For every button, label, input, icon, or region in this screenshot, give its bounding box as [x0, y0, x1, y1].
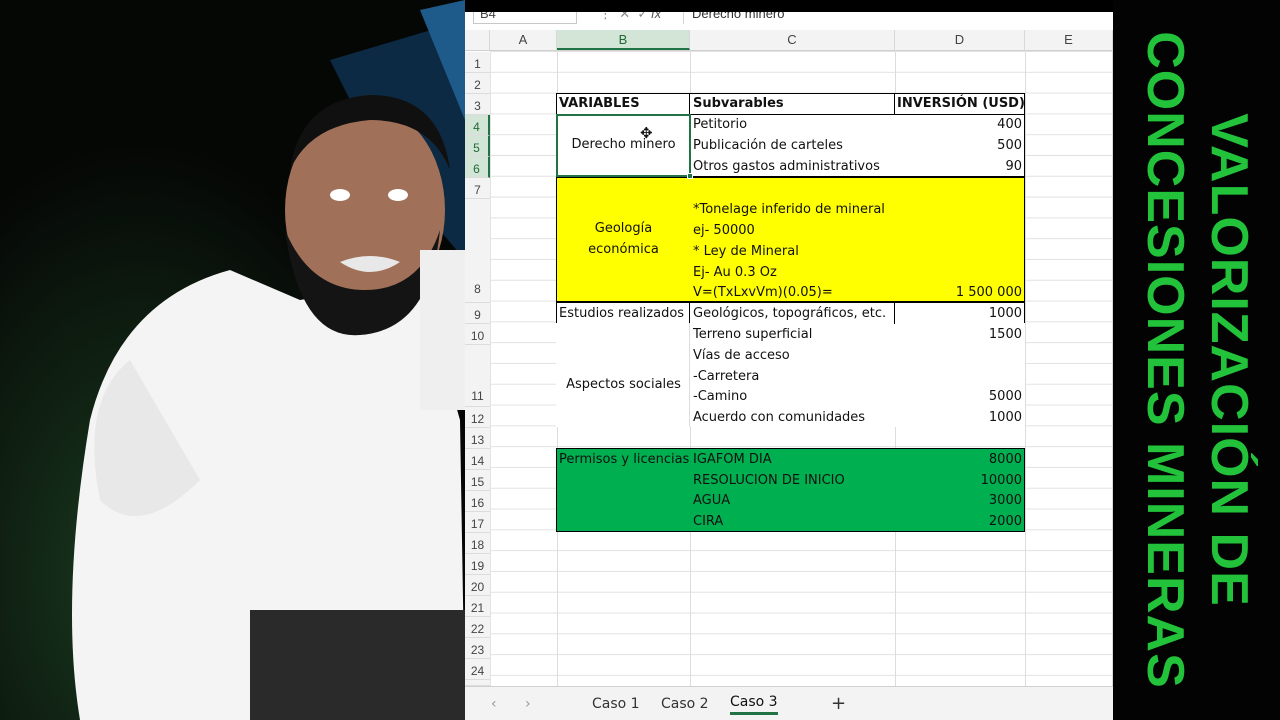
permiso-item: RESOLUCION DE INICIO: [693, 473, 845, 488]
aspectos-line: Vías de acceso: [693, 348, 790, 363]
header-variables: VARIABLES: [559, 96, 640, 111]
row-header[interactable]: 4: [465, 115, 490, 136]
column-headers: A B C D E: [465, 30, 1113, 51]
header-inversion: INVERSIÓN (USD): [897, 96, 1025, 111]
header-subvariables: Subvarables: [693, 96, 784, 111]
sheet-tab-bar: ‹ › Caso 1 Caso 2 Caso 3 +: [465, 686, 1113, 720]
row-header[interactable]: 13: [465, 428, 490, 449]
label-derecho-minero: Derecho minero: [571, 137, 676, 152]
row-header[interactable]: 3: [465, 94, 490, 115]
row-header[interactable]: 18: [465, 533, 490, 554]
aspectos-value: 1500: [988, 327, 1022, 342]
value-petitorio: 400: [997, 117, 1022, 132]
permiso-value: 10000: [980, 473, 1022, 488]
row-header[interactable]: 20: [465, 575, 490, 596]
column-header-e[interactable]: E: [1025, 30, 1113, 50]
row-header[interactable]: 21: [465, 596, 490, 617]
permiso-value: 3000: [988, 493, 1022, 508]
title-line-1: VALORIZACIÓN DE: [1200, 113, 1258, 607]
row-header[interactable]: 7: [465, 178, 490, 199]
row-header[interactable]: 9: [465, 303, 490, 324]
column-header-c[interactable]: C: [690, 30, 895, 50]
name-box[interactable]: B4: [473, 12, 577, 24]
geologia-line: V=(TxLxvVm)(0.05)=: [693, 285, 833, 300]
tab-caso-3[interactable]: Caso 3: [730, 694, 778, 715]
cell-border: [894, 93, 895, 115]
presenter-video: [0, 0, 465, 720]
label-geologia-1: Geología: [594, 221, 653, 236]
geologia-line: ej- 50000: [693, 223, 755, 238]
permiso-item: AGUA: [693, 493, 731, 508]
column-header-a[interactable]: A: [490, 30, 557, 50]
aspectos-line: Terreno superficial: [693, 327, 813, 342]
column-header-d[interactable]: D: [895, 30, 1025, 50]
formula-input[interactable]: Derecho minero: [683, 12, 1112, 24]
sub-carteles: Publicación de carteles: [693, 138, 843, 153]
cell-border: [689, 323, 690, 427]
aspectos-value: 1000: [988, 410, 1022, 425]
row-header[interactable]: 11: [465, 345, 490, 407]
aspectos-line: Acuerdo con comunidades: [693, 410, 866, 425]
cell-border: [689, 302, 690, 324]
fx-icon[interactable]: fx: [651, 12, 661, 21]
tab-caso-1[interactable]: Caso 1: [592, 696, 640, 712]
permiso-value: 2000: [988, 514, 1022, 529]
cursor-move-icon: ✥: [640, 124, 653, 142]
formula-cancel-confirm-icons[interactable]: ⋮ ✕ ✓: [599, 12, 648, 22]
geologia-line: *Tonelage inferido de mineral: [693, 202, 885, 217]
scroll-right-icon[interactable]: ›: [525, 696, 531, 712]
row-header[interactable]: 22: [465, 617, 490, 638]
col-divider: [1025, 50, 1026, 690]
label-aspectos: Aspectos sociales: [566, 377, 681, 392]
add-sheet-icon[interactable]: +: [831, 693, 846, 714]
geologia-line: Ej- Au 0.3 Oz: [693, 265, 777, 280]
permiso-item: IGAFOM DIA: [693, 452, 772, 467]
row-header[interactable]: 19: [465, 554, 490, 575]
tab-caso-2[interactable]: Caso 2: [661, 696, 709, 712]
value-estudios: 1000: [988, 306, 1022, 321]
sub-petitorio: Petitorio: [693, 117, 748, 132]
row-header[interactable]: 14: [465, 449, 490, 470]
row-header[interactable]: 23: [465, 638, 490, 659]
aspectos-line: -Camino: [693, 389, 748, 404]
row-header[interactable]: 16: [465, 491, 490, 512]
cell-border: [894, 302, 895, 324]
row-header[interactable]: 15: [465, 470, 490, 491]
row-header[interactable]: 5: [465, 136, 490, 157]
label-geologia-2: económica: [588, 242, 659, 257]
row-header[interactable]: 6: [465, 157, 490, 178]
permiso-value: 8000: [988, 452, 1022, 467]
row-header[interactable]: 2: [465, 73, 490, 94]
geologia-line: * Ley de Mineral: [693, 244, 799, 259]
row-header[interactable]: 10: [465, 324, 490, 345]
select-all-corner[interactable]: [465, 30, 490, 50]
geologia-block: [556, 177, 1025, 302]
row-header[interactable]: 8: [465, 199, 490, 303]
scroll-left-icon[interactable]: ‹: [491, 696, 497, 712]
value-otros-gastos: 90: [1005, 159, 1022, 174]
title-line-2: CONCESIONES MINERAS: [1136, 31, 1194, 689]
row-header[interactable]: 24: [465, 659, 490, 680]
label-estudios: Estudios realizados: [559, 306, 685, 321]
row-header[interactable]: 12: [465, 407, 490, 428]
presenter-image: [0, 0, 465, 720]
column-header-b[interactable]: B: [557, 30, 690, 50]
row-header[interactable]: 1: [465, 52, 490, 73]
label-permisos: Permisos y licencias: [559, 452, 690, 467]
aspectos-value: 5000: [988, 389, 1022, 404]
permiso-item: CIRA: [693, 514, 724, 529]
value-carteles: 500: [997, 138, 1022, 153]
spreadsheet-window: B4 ⋮ ✕ ✓ fx Derecho minero A B C D E 1 2…: [465, 12, 1113, 720]
sub-estudios: Geológicos, topográficos, etc.: [693, 306, 887, 321]
value-geologia: 1 500 000: [955, 285, 1022, 300]
vertical-title: VALORIZACIÓN DE CONCESIONES MINERAS: [1127, 0, 1267, 720]
formula-bar: B4 ⋮ ✕ ✓ fx Derecho minero: [465, 12, 1113, 31]
sub-otros-gastos: Otros gastos administrativos: [693, 159, 880, 174]
aspectos-line: -Carretera: [693, 369, 760, 384]
col-divider: [1112, 50, 1113, 690]
row-header[interactable]: 17: [465, 512, 490, 533]
